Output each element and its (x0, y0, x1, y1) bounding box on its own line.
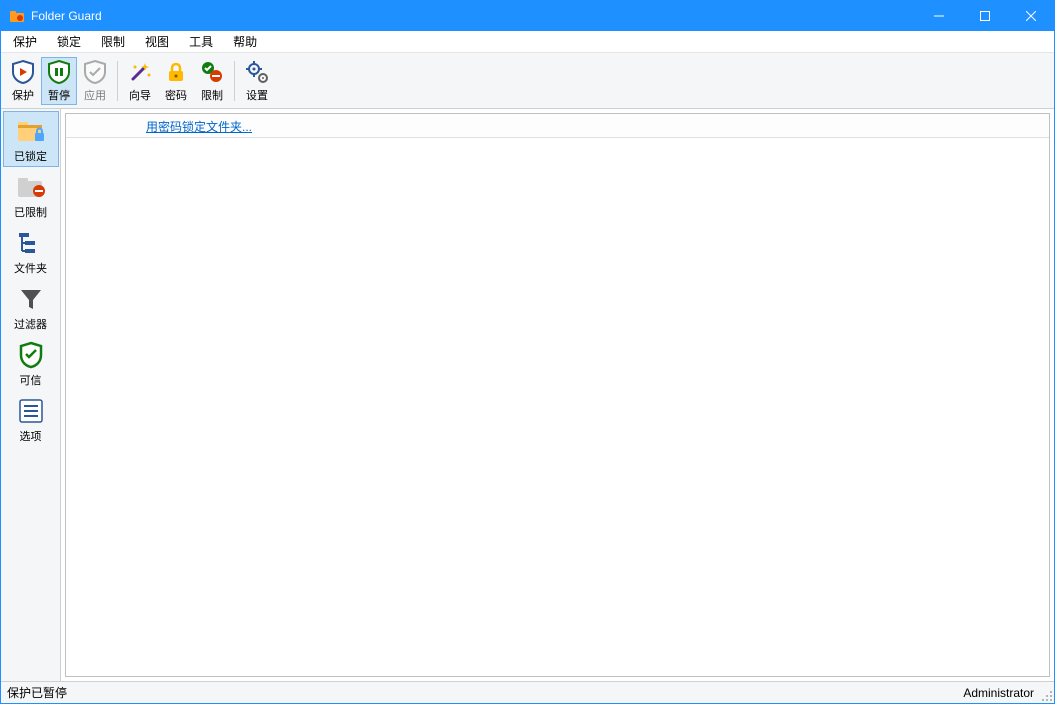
toolbar-settings-label: 设置 (246, 87, 268, 103)
menu-restrict[interactable]: 限制 (91, 31, 135, 52)
sidebar: 已锁定 已限制 文件夹 过滤器 可信 (1, 109, 61, 681)
toolbar-restrict-button[interactable]: 限制 (194, 57, 230, 105)
sidebar-item-restricted[interactable]: 已限制 (3, 167, 59, 223)
toolbar-pause-label: 暂停 (48, 87, 70, 103)
sidebar-item-trusted[interactable]: 可信 (3, 335, 59, 391)
toolbar-protect-button[interactable]: 保护 (5, 57, 41, 105)
titlebar: Folder Guard (1, 1, 1054, 31)
toolbar-restrict-label: 限制 (201, 87, 223, 103)
minimize-button[interactable] (916, 1, 962, 31)
sidebar-folders-label: 文件夹 (14, 260, 47, 276)
menu-view[interactable]: 视图 (135, 31, 179, 52)
shield-play-icon (9, 58, 37, 86)
lock-with-password-link[interactable]: 用密码锁定文件夹... (146, 118, 252, 135)
toolbar: 保护 暂停 应用 向导 密码 限制 设置 (1, 53, 1054, 109)
status-user: Administrator (963, 686, 1048, 700)
shield-pause-icon (45, 58, 73, 86)
sidebar-item-filters[interactable]: 过滤器 (3, 279, 59, 335)
toolbar-pause-button[interactable]: 暂停 (41, 57, 77, 105)
folder-locked-icon (15, 115, 47, 147)
menu-tools[interactable]: 工具 (179, 31, 223, 52)
toolbar-password-label: 密码 (165, 87, 187, 103)
sidebar-locked-label: 已锁定 (14, 148, 47, 164)
shield-check-icon (81, 58, 109, 86)
menu-lock[interactable]: 锁定 (47, 31, 91, 52)
main-area: 用密码锁定文件夹... (61, 109, 1054, 681)
toolbar-wizard-button[interactable]: 向导 (122, 57, 158, 105)
menubar: 保护 锁定 限制 视图 工具 帮助 (1, 31, 1054, 53)
resize-grip-icon[interactable] (1041, 690, 1053, 702)
toolbar-separator (234, 61, 235, 101)
status-left: 保护已暂停 (7, 684, 963, 701)
sidebar-item-folders[interactable]: 文件夹 (3, 223, 59, 279)
wand-icon (126, 58, 154, 86)
toolbar-protect-label: 保护 (12, 87, 34, 103)
restrict-icon (198, 58, 226, 86)
app-icon (9, 8, 25, 24)
shield-trusted-icon (15, 339, 47, 371)
window-controls (916, 1, 1054, 31)
maximize-button[interactable] (962, 1, 1008, 31)
gears-icon (243, 58, 271, 86)
menu-help[interactable]: 帮助 (223, 31, 267, 52)
close-button[interactable] (1008, 1, 1054, 31)
sidebar-item-locked[interactable]: 已锁定 (3, 111, 59, 167)
sidebar-item-options[interactable]: 选项 (3, 391, 59, 447)
toolbar-settings-button[interactable]: 设置 (239, 57, 275, 105)
options-list-icon (15, 395, 47, 427)
funnel-icon (15, 283, 47, 315)
folder-restricted-icon (15, 171, 47, 203)
sidebar-restricted-label: 已限制 (14, 204, 47, 220)
toolbar-apply-button[interactable]: 应用 (77, 57, 113, 105)
toolbar-wizard-label: 向导 (129, 87, 151, 103)
sidebar-options-label: 选项 (20, 428, 42, 444)
content-frame: 用密码锁定文件夹... (65, 113, 1050, 677)
body: 已锁定 已限制 文件夹 过滤器 可信 (1, 109, 1054, 681)
sidebar-filters-label: 过滤器 (14, 316, 47, 332)
menu-protect[interactable]: 保护 (3, 31, 47, 52)
sidebar-trusted-label: 可信 (20, 372, 42, 388)
toolbar-apply-label: 应用 (84, 87, 106, 103)
lock-icon (162, 58, 190, 86)
tree-icon (15, 227, 47, 259)
toolbar-separator (117, 61, 118, 101)
statusbar: 保护已暂停 Administrator (1, 681, 1054, 703)
toolbar-password-button[interactable]: 密码 (158, 57, 194, 105)
window-title: Folder Guard (31, 9, 916, 23)
